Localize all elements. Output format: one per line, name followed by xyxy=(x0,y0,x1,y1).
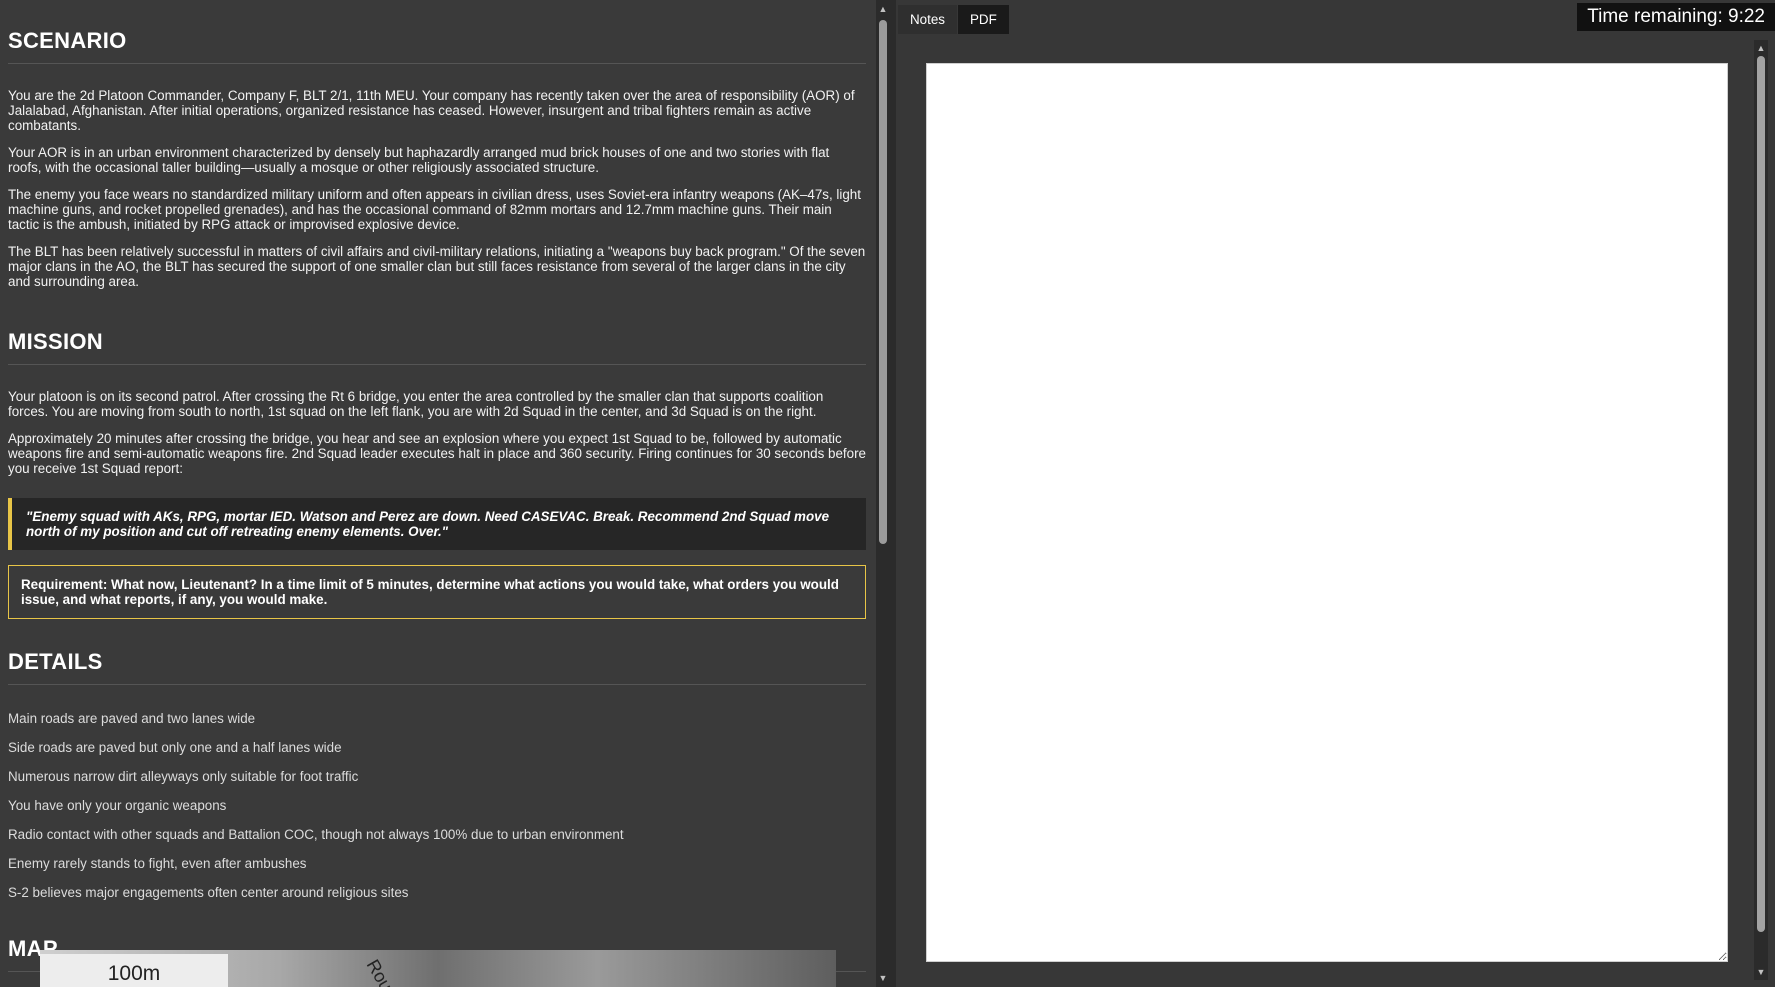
scenario-scrollbar[interactable]: ▲ ▼ xyxy=(876,0,890,987)
map-road-label: Rou xyxy=(362,956,397,987)
scroll-down-arrow-icon[interactable]: ▼ xyxy=(876,971,890,985)
notes-panel: Notes PDF Time remaining: 9:22 ▲ ▼ xyxy=(896,0,1775,987)
notes-scrollbar-thumb[interactable] xyxy=(1757,56,1765,932)
scenario-heading: SCENARIO xyxy=(8,28,866,64)
requirement-box: Requirement: What now, Lieutenant? In a … xyxy=(8,565,866,619)
scroll-up-arrow-icon[interactable]: ▲ xyxy=(876,2,890,16)
mission-heading: MISSION xyxy=(8,329,866,365)
detail-item: Enemy rarely stands to fight, even after… xyxy=(8,856,307,871)
detail-item: Numerous narrow dirt alleyways only suit… xyxy=(8,769,359,784)
map-scale-label: 100m xyxy=(40,954,228,987)
scroll-down-arrow-icon[interactable]: ▼ xyxy=(1754,965,1768,979)
mission-paragraph: Approximately 20 minutes after crossing … xyxy=(8,431,867,476)
time-remaining-display: Time remaining: 9:22 xyxy=(1577,3,1775,31)
tab-pdf[interactable]: PDF xyxy=(958,5,1009,34)
notes-textarea[interactable] xyxy=(926,63,1728,962)
scenario-scrollbar-thumb[interactable] xyxy=(879,20,887,544)
scenario-paragraph: The enemy you face wears no standardized… xyxy=(8,187,861,232)
details-heading: DETAILS xyxy=(8,649,866,685)
detail-item: Main roads are paved and two lanes wide xyxy=(8,711,256,726)
squad-report-quote: "Enemy squad with AKs, RPG, mortar IED. … xyxy=(8,498,866,550)
scenario-panel: SCENARIO You are the 2d Platoon Commande… xyxy=(0,0,876,987)
detail-item: S-2 believes major engagements often cen… xyxy=(8,885,409,900)
scenario-paragraph: You are the 2d Platoon Commander, Compan… xyxy=(8,88,855,133)
scenario-paragraph: The BLT has been relatively successful i… xyxy=(8,244,866,289)
detail-item: Side roads are paved but only one and a … xyxy=(8,740,342,755)
mission-paragraph: Your platoon is on its second patrol. Af… xyxy=(8,389,824,419)
scenario-paragraph: Your AOR is in an urban environment char… xyxy=(8,145,830,175)
map-image: 100m Rou xyxy=(40,950,836,987)
scroll-up-arrow-icon[interactable]: ▲ xyxy=(1754,41,1768,55)
tab-notes[interactable]: Notes xyxy=(898,5,957,34)
detail-item: Radio contact with other squads and Batt… xyxy=(8,827,624,842)
scenario-content: SCENARIO You are the 2d Platoon Commande… xyxy=(8,0,866,972)
notes-scrollbar[interactable]: ▲ ▼ xyxy=(1754,40,1768,980)
detail-item: You have only your organic weapons xyxy=(8,798,227,813)
